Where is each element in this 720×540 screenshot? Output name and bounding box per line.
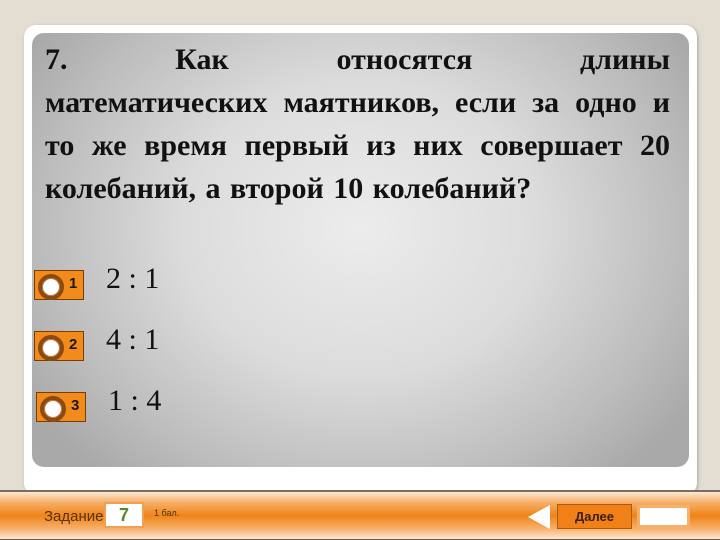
task-number: 7 bbox=[104, 502, 144, 528]
option-badge[interactable]: 3 bbox=[36, 392, 86, 422]
next-button[interactable]: Далее bbox=[557, 504, 632, 529]
back-arrow-icon[interactable] bbox=[528, 505, 550, 529]
option-text: 1 : 4 bbox=[108, 384, 162, 417]
task-label: Задание bbox=[44, 508, 104, 525]
footer-bar: Задание 7 1 бал. Далее bbox=[0, 490, 720, 540]
option-number: 2 bbox=[69, 336, 78, 353]
option-badge[interactable]: 2 bbox=[34, 331, 84, 361]
option-number: 3 bbox=[71, 397, 80, 414]
option-text: 4 : 1 bbox=[106, 323, 160, 356]
question-first-line: 7. Как относятся длины bbox=[45, 43, 670, 76]
option-number: 1 bbox=[69, 275, 78, 292]
question-rest: математических маятников, если за одно и… bbox=[45, 86, 670, 205]
option-badge[interactable]: 1 bbox=[34, 270, 84, 300]
radio-icon[interactable] bbox=[40, 396, 66, 422]
option-text: 2 : 1 bbox=[106, 262, 160, 295]
answer-field[interactable] bbox=[637, 505, 690, 528]
points-label: 1 бал. bbox=[154, 508, 180, 518]
radio-icon[interactable] bbox=[38, 274, 64, 300]
radio-icon[interactable] bbox=[38, 335, 64, 361]
question-text: 7. Как относятся длины математических ма… bbox=[45, 38, 670, 210]
